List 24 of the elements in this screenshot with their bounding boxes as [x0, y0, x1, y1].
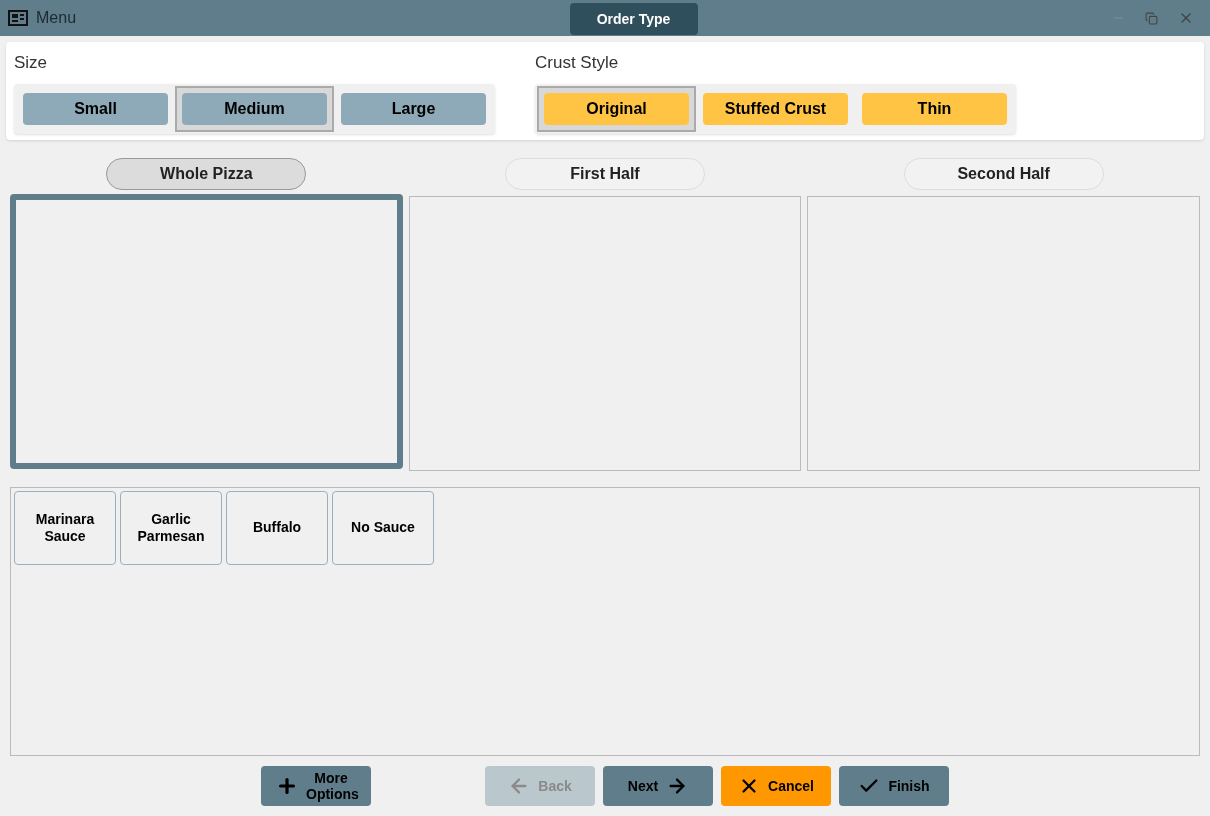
- sauce-button[interactable]: Marinara Sauce: [14, 490, 116, 565]
- restore-icon[interactable]: [1145, 11, 1158, 25]
- option-button[interactable]: Medium: [182, 92, 327, 125]
- group-label: Size: [14, 52, 49, 74]
- cancel-button[interactable]: Cancel: [721, 765, 831, 806]
- sauce-button[interactable]: Garlic Parmesan: [120, 490, 222, 565]
- plus-button[interactable]: More Options: [261, 765, 371, 806]
- option-button[interactable]: Original: [544, 92, 689, 125]
- next-button[interactable]: Next: [603, 765, 713, 806]
- portion-tab[interactable]: First Half: [505, 157, 705, 190]
- option-button[interactable]: Stuffed Crust: [703, 92, 848, 125]
- sauce-button[interactable]: No Sauce: [332, 490, 434, 565]
- group-label: Crust Style: [535, 52, 620, 74]
- window-icon: [8, 10, 28, 26]
- option-button[interactable]: Large: [341, 92, 486, 125]
- portion-tab[interactable]: Second Half: [903, 157, 1104, 190]
- option-button[interactable]: Small: [23, 92, 168, 125]
- pizza-panel[interactable]: [10, 193, 403, 469]
- window-title: Menu: [36, 8, 77, 28]
- sauce-button[interactable]: Buffalo: [226, 490, 328, 565]
- order-type-tab[interactable]: Order Type: [569, 3, 698, 35]
- option-button[interactable]: Thin: [862, 92, 1007, 125]
- finish-button[interactable]: Finish: [839, 765, 949, 806]
- portion-tab[interactable]: Whole Pizza: [106, 157, 307, 190]
